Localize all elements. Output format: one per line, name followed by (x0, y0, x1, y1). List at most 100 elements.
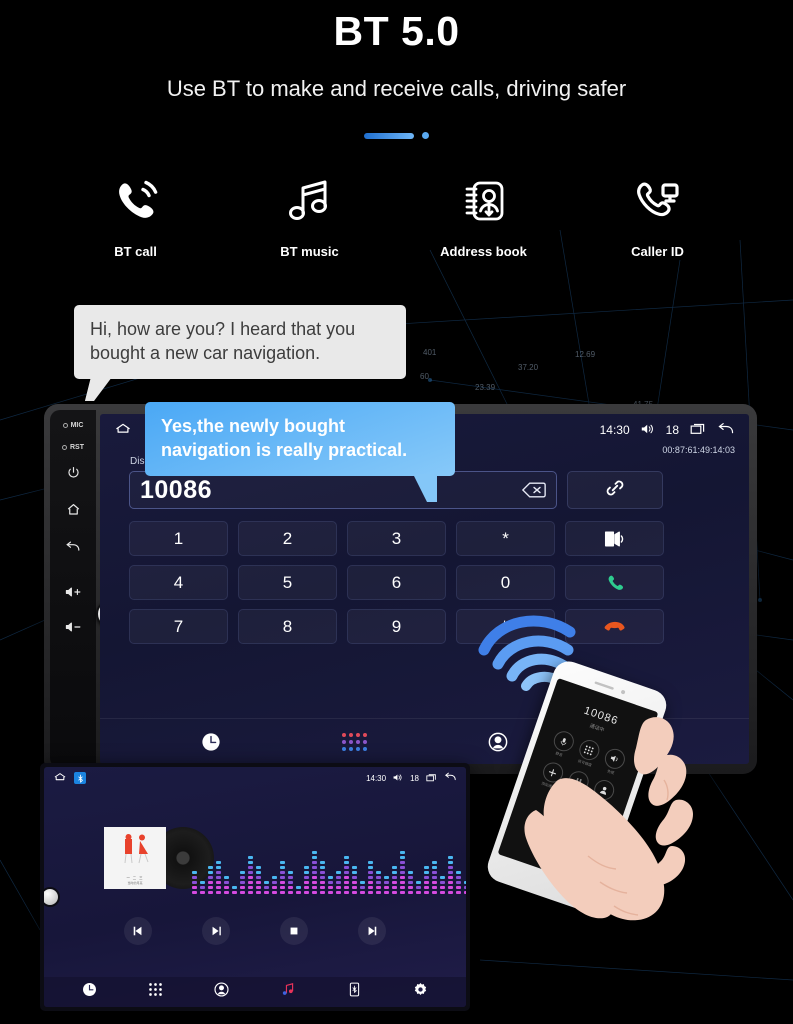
equalizer-bar (288, 871, 293, 894)
pager-dot[interactable] (422, 132, 429, 139)
key-2[interactable]: 2 (238, 521, 337, 556)
previous-track-icon[interactable] (124, 917, 152, 945)
key-star[interactable]: * (456, 521, 555, 556)
key-3[interactable]: 3 (347, 521, 446, 556)
play-pause-icon[interactable] (202, 917, 230, 945)
bluetooth-icon[interactable] (74, 772, 86, 784)
album-subtitle: 当时的月亮 (127, 881, 143, 885)
key-7[interactable]: 7 (129, 609, 228, 644)
phone-number-input[interactable]: 10086 (129, 471, 557, 509)
settings-gear-icon[interactable] (413, 982, 428, 1002)
equalizer-bar (456, 871, 461, 894)
power-icon[interactable] (67, 466, 80, 479)
music-player-bottom-nav (44, 977, 466, 1007)
next-track-icon[interactable] (358, 917, 386, 945)
equalizer-bar (392, 866, 397, 894)
music-player-device: 14:30 18 一 二 三 当时的月亮 (40, 763, 470, 1011)
music-player-status-bar: 14:30 18 (44, 767, 466, 789)
equalizer-bar (384, 876, 389, 894)
back-icon[interactable] (65, 540, 81, 553)
address-book-icon (458, 170, 510, 232)
recents-icon[interactable] (690, 422, 706, 438)
feature-caller-id[interactable]: Caller ID (599, 170, 717, 259)
key-5[interactable]: 5 (238, 565, 337, 600)
key-9[interactable]: 9 (347, 609, 446, 644)
key-4[interactable]: 4 (129, 565, 228, 600)
equalizer-bar (344, 856, 349, 894)
contacts-icon[interactable] (214, 982, 229, 1002)
background-number: 23.39 (475, 383, 496, 392)
stop-icon[interactable] (280, 917, 308, 945)
back-icon[interactable] (717, 422, 735, 439)
volume-knob[interactable] (44, 887, 60, 907)
feature-address-book[interactable]: Address book (425, 170, 543, 259)
page-title: BT 5.0 (333, 8, 460, 54)
carousel-pager[interactable] (0, 132, 793, 139)
clock-icon[interactable] (82, 982, 97, 1002)
transfer-audio-icon[interactable] (565, 521, 664, 556)
volume-icon[interactable] (393, 773, 403, 784)
bluetooth-mac-address: 00:87:61:49:14:03 (662, 445, 735, 455)
volume-down-icon[interactable] (65, 621, 82, 633)
call-answer-icon[interactable] (565, 565, 664, 600)
key-6[interactable]: 6 (347, 565, 446, 600)
head-unit-side-buttons: MIC RST (50, 410, 96, 768)
key-8[interactable]: 8 (238, 609, 337, 644)
promo-page: 12.69 37.20 23.39 41.75 60 401 BT 5.0 Us… (0, 0, 793, 1024)
apps-dots-icon[interactable] (341, 732, 367, 751)
mic-button[interactable]: MIC (62, 422, 84, 429)
equalizer-bar (320, 861, 325, 894)
phone-call-icon (110, 170, 162, 232)
equalizer-bar (304, 866, 309, 894)
equalizer-bar (400, 851, 405, 894)
feature-bt-call[interactable]: BT call (77, 170, 195, 259)
music-icon[interactable] (281, 982, 296, 1002)
key-0[interactable]: 0 (456, 565, 555, 600)
call-end-icon[interactable] (565, 609, 664, 644)
background-number: 60 (420, 372, 429, 381)
album-art: 一 二 三 当时的月亮 (104, 827, 166, 889)
equalizer-bar (208, 866, 213, 894)
mic-label: MIC (70, 422, 84, 429)
key-hash[interactable]: # (456, 609, 555, 644)
volume-up-icon[interactable] (65, 586, 82, 598)
equalizer-visualizer (192, 822, 466, 894)
equalizer-bar (464, 881, 466, 894)
feature-label: Address book (440, 244, 527, 259)
clock-icon[interactable] (201, 732, 221, 752)
home-icon[interactable] (53, 769, 67, 787)
equalizer-bar (192, 871, 197, 894)
equalizer-bar (200, 881, 205, 894)
home-icon[interactable] (66, 502, 81, 517)
status-time: 14:30 (366, 773, 387, 783)
bluetooth-phone-icon[interactable] (347, 982, 362, 1002)
back-icon[interactable] (444, 772, 457, 784)
equalizer-bar (424, 866, 429, 894)
phone-in-hand: 10086 通话中 静音 拨号键盘 免提 添加通话 (483, 657, 726, 960)
apps-grid-icon[interactable] (148, 982, 163, 1002)
pair-link-button[interactable] (567, 471, 663, 509)
speech-bubble-outgoing: Yes,the newly bought navigation is reall… (145, 402, 455, 501)
volume-icon[interactable] (641, 423, 655, 438)
speech-bubble-incoming: Hi, how are you? I heard that you bought… (74, 305, 406, 379)
reset-button[interactable]: RST (62, 444, 84, 451)
equalizer-bar (240, 871, 245, 894)
key-1[interactable]: 1 (129, 521, 228, 556)
equalizer-bar (376, 871, 381, 894)
dialer-input-row: 10086 (129, 471, 663, 509)
feature-bt-music[interactable]: BT music (251, 170, 369, 259)
caller-id-icon (632, 170, 684, 232)
mic-indicator-dot (62, 423, 68, 428)
backspace-icon[interactable] (522, 481, 546, 499)
background-number: 401 (423, 348, 437, 357)
equalizer-bar (432, 861, 437, 894)
pager-active-bar[interactable] (364, 132, 414, 139)
recents-icon[interactable] (426, 773, 437, 784)
equalizer-bar (264, 881, 269, 894)
page-subtitle: Use BT to make and receive calls, drivin… (166, 76, 627, 101)
equalizer-bar (272, 876, 277, 894)
equalizer-bar (248, 856, 253, 894)
home-icon[interactable] (114, 421, 132, 440)
music-controls (44, 917, 466, 945)
link-icon (604, 477, 626, 504)
